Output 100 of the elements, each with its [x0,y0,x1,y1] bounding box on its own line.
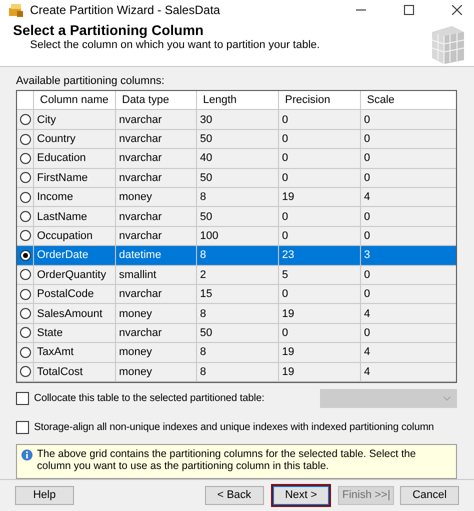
table-cell: 8 [197,304,279,323]
radio-button[interactable] [20,269,30,280]
table-cell-text: 0 [363,287,372,302]
grid-row[interactable]: TaxAmt money 8 19 4 [17,343,456,363]
table-cell-text: 0 [363,132,372,148]
table-cell: 19 [279,304,361,323]
table-cell: State [34,324,116,342]
wizard-button[interactable]: Help [15,486,74,505]
table-cell: Income [34,188,116,206]
table-cell-text: 4 [363,190,372,206]
table-cell: Country [34,130,116,148]
table-cell: nvarchar [116,110,197,129]
wizard-button[interactable]: Cancel [400,486,459,505]
table-cell-text: 0 [363,170,372,186]
checkbox-label: Collocate this table to the selected partitioned table: [34,392,266,404]
table-cell-text: 4 [363,364,372,380]
table-cell: money [116,304,197,323]
table-cell: 40 [197,149,279,168]
radio-button[interactable] [20,172,30,184]
table-cell: datetime [116,246,197,265]
grid-row[interactable]: OrderQuantity smallint 2 5 0 [17,266,456,285]
radio-button[interactable] [20,134,30,145]
grid-row[interactable]: SalesAmount money 8 19 4 [17,304,456,324]
grid-row[interactable]: Occupation nvarchar 100 0 0 [17,226,456,246]
grid-row[interactable]: OrderDate datetime 8 23 3 [17,246,456,266]
grid-row[interactable]: State nvarchar 50 0 0 [17,324,456,344]
chevron-down-icon [443,396,451,401]
wizard-button[interactable]: < Back [204,486,264,505]
grid-row[interactable]: LastName nvarchar 50 0 0 [17,207,456,227]
table-cell-text: 0 [363,151,372,166]
table-cell: smallint [116,266,197,284]
maximize-icon[interactable] [404,4,414,15]
window-title: Create Partition Wizard - SalesData [30,2,220,17]
close-icon[interactable] [452,4,462,15]
table-cell: Education [34,149,116,168]
grid-row[interactable]: PostalCode nvarchar 15 0 0 [17,284,456,304]
table-cell: City [34,110,116,129]
table-cell: nvarchar [116,226,197,246]
grid-row[interactable]: FirstName nvarchar 50 0 0 [17,168,456,188]
table-cell: 50 [197,168,279,187]
table-cell: 0 [279,168,361,187]
table-cell: money [116,362,197,381]
radio-button[interactable] [20,152,30,164]
grid-row[interactable]: TotalCost money 8 19 4 [17,362,456,382]
table-cell: 0 [279,207,361,226]
radio-button[interactable] [20,250,30,261]
radio-button[interactable] [20,346,30,358]
radio-button[interactable] [20,308,30,320]
table-cell: PostalCode [34,284,116,304]
radio-button[interactable] [20,327,30,338]
table-cell: nvarchar [116,284,197,304]
table-cell: nvarchar [116,168,197,187]
table-cell-text: 0 [363,210,372,225]
checkbox[interactable] [16,420,29,434]
radio-button[interactable] [20,211,30,222]
table-cell: 8 [197,188,279,206]
table-cell: nvarchar [116,324,197,342]
table-cell: 19 [279,362,361,381]
table-cell-text: 4 [363,345,372,360]
radio-button[interactable] [20,114,30,126]
info-icon [21,448,33,461]
table-cell: OrderQuantity [34,266,116,284]
table-cell: 8 [197,246,279,265]
grid-row[interactable]: Education nvarchar 40 0 0 [17,149,456,169]
table-cell: 0 [279,324,361,342]
table-cell: TotalCost [34,362,116,381]
table-cell: 5 [279,266,361,284]
column-header: Data type [116,91,197,110]
table-cell: 0 [279,110,361,129]
radio-button[interactable] [20,230,30,242]
grid-row[interactable]: Income money 8 19 4 [17,188,456,208]
table-cell: 50 [197,207,279,226]
table-cell: nvarchar [116,149,197,168]
table-cell-text: 0 [363,112,372,128]
table-cell-text: 0 [363,228,372,244]
table-cell: 19 [279,188,361,206]
table-cell-text: 3 [363,248,372,264]
table-cell: 0 [279,149,361,168]
wizard-button[interactable]: Next > [272,486,330,505]
table-cell: nvarchar [116,207,197,226]
table-cell: 19 [279,343,361,362]
radio-button[interactable] [20,192,30,203]
table-cell: nvarchar [116,130,197,148]
column-header: Scale [366,93,396,108]
wizard-icon [8,2,24,18]
table-cell: 8 [197,362,279,381]
table-cell: 15 [197,284,279,304]
table-cell: OrderDate [34,246,116,265]
checkbox-label: Storage-align all non-unique indexes and unique indexes with indexed partitioning column [34,422,435,433]
table-cell: 30 [197,110,279,129]
table-cell-text: 0 [363,268,372,283]
grid-row[interactable]: Country nvarchar 50 0 0 [17,130,456,150]
page-subtitle: Select the column on which you want to partition your table. [30,39,321,52]
radio-button[interactable] [20,288,30,300]
checkbox[interactable] [16,392,29,405]
grid-row[interactable]: City nvarchar 30 0 0 [17,110,456,130]
column-header: Column name [34,91,116,110]
table-cell: 2 [197,266,279,284]
column-header: Precision [279,91,361,110]
radio-button[interactable] [20,366,30,378]
